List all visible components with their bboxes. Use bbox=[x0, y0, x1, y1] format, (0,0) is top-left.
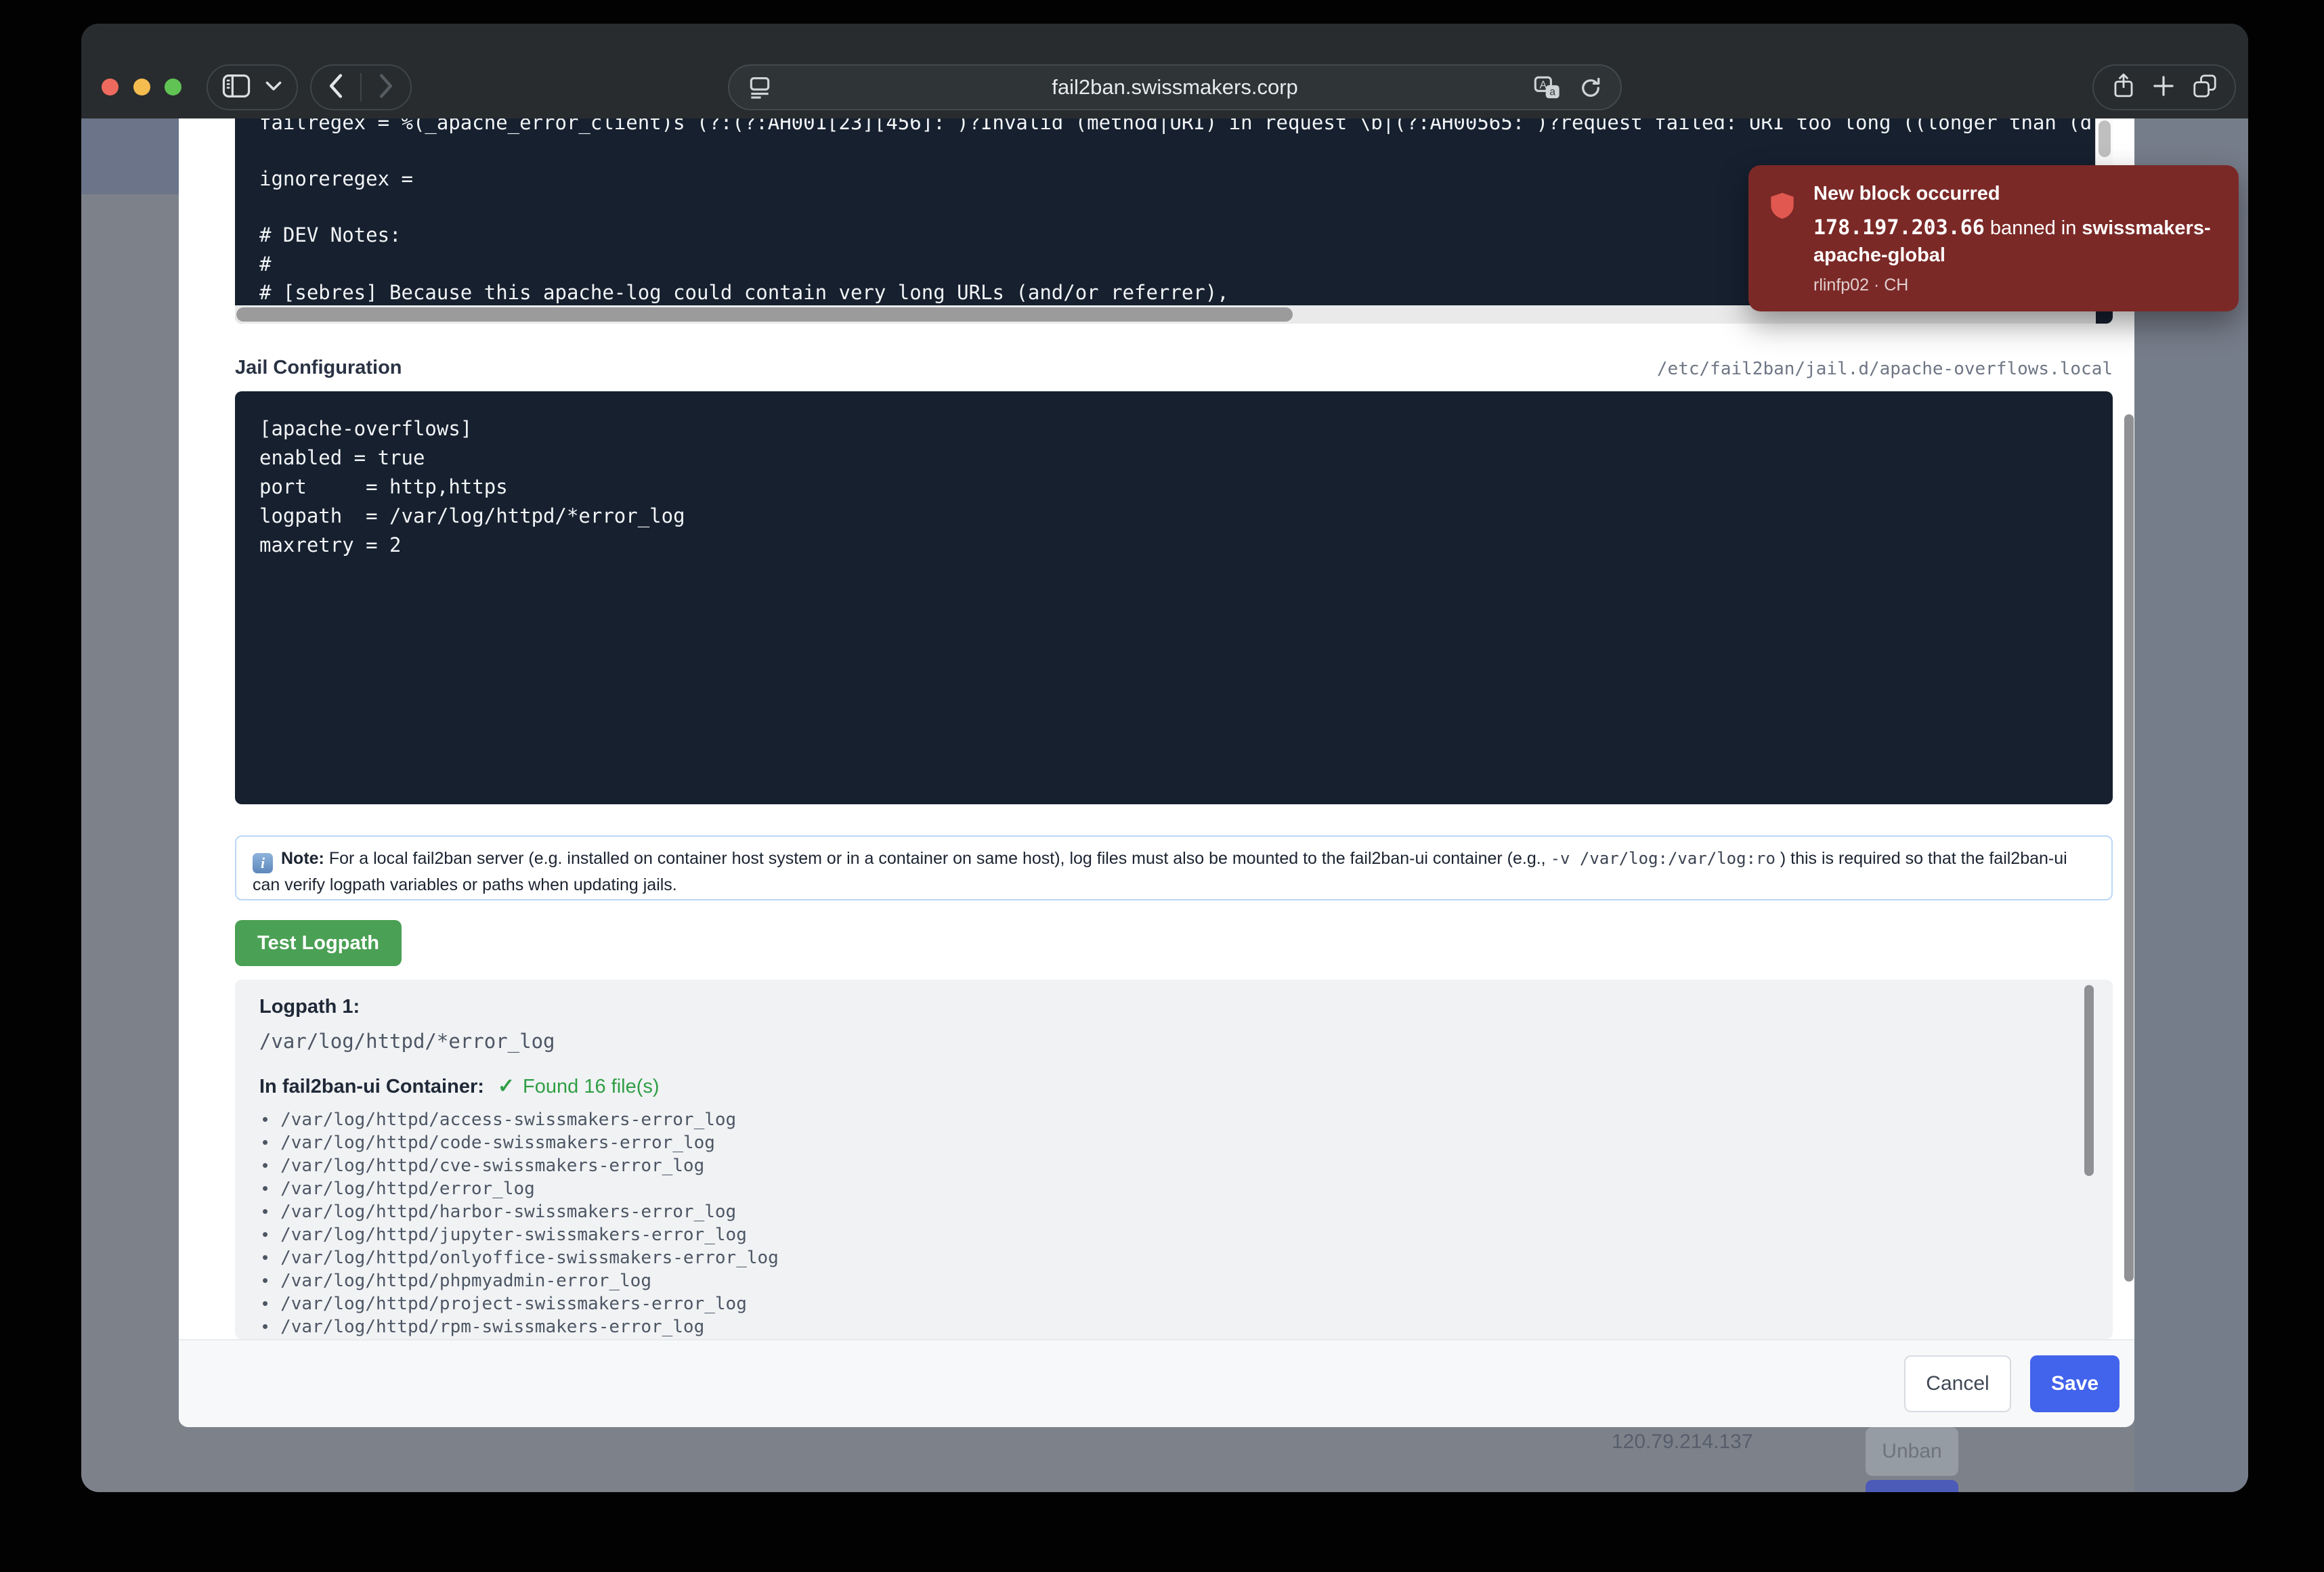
check-icon: ✓ bbox=[498, 1074, 515, 1098]
toolbar-right-group bbox=[2092, 64, 2236, 110]
found-files-list: /var/log/httpd/access-swissmakers-error_… bbox=[262, 1108, 2072, 1339]
list-item: /var/log/httpd/harbor-swissmakers-error_… bbox=[262, 1200, 2072, 1223]
save-button[interactable]: Save bbox=[2030, 1355, 2119, 1412]
list-item: /var/log/httpd/onlyoffice-swissmakers-er… bbox=[262, 1246, 2072, 1269]
list-item: /var/log/httpd/jupyter-swissmakers-error… bbox=[262, 1223, 2072, 1246]
editor-vertical-scrollbar-thumb[interactable] bbox=[2099, 121, 2111, 157]
toast-message: 178.197.203.66 banned in swissmakers-apa… bbox=[1813, 215, 2218, 269]
container-label: In fail2ban-ui Container: bbox=[259, 1076, 484, 1098]
reader-icon[interactable] bbox=[747, 74, 773, 104]
sidebar-icon[interactable] bbox=[222, 74, 251, 102]
list-item: /var/log/httpd/project-swissmakers-error… bbox=[262, 1292, 2072, 1315]
shield-icon bbox=[1769, 191, 1796, 224]
reload-icon[interactable] bbox=[1578, 76, 1603, 104]
jail-config-editor[interactable]: [apache-overflows] enabled = true port =… bbox=[235, 391, 2113, 804]
nav-button-group bbox=[310, 64, 412, 110]
dimmed-page-right bbox=[2134, 118, 2248, 1492]
translate-icon[interactable]: Aa bbox=[1534, 76, 1561, 104]
jail-edit-modal: failregex = %(_apache_error_client)s (?:… bbox=[179, 118, 2134, 1427]
info-icon bbox=[253, 853, 273, 873]
list-item: /var/log/httpd/rpm-swissmakers-error_log bbox=[262, 1315, 2072, 1338]
logpath-value: /var/log/httpd/*error_log bbox=[259, 1030, 555, 1053]
found-files-count: Found 16 file(s) bbox=[523, 1076, 660, 1098]
logpath-test-results: Logpath 1: /var/log/httpd/*error_log In … bbox=[235, 980, 2113, 1339]
cancel-button[interactable]: Cancel bbox=[1904, 1355, 2011, 1412]
list-item: /var/log/httpd/phpmyadmin-error_log bbox=[262, 1269, 2072, 1292]
jail-config-file-path: /etc/fail2ban/jail.d/apache-overflows.lo… bbox=[1657, 359, 2113, 379]
code-line: # [sebres] Because this apache-log could… bbox=[259, 278, 1229, 307]
editor-horizontal-scrollbar-thumb[interactable] bbox=[236, 307, 1293, 322]
window-close-button[interactable] bbox=[102, 79, 119, 95]
code-line: port = http,https bbox=[259, 473, 508, 501]
code-line: maxretry = 2 bbox=[259, 531, 402, 559]
share-icon[interactable] bbox=[2112, 72, 2135, 103]
container-result-row: In fail2ban-ui Container: ✓ Found 16 fil… bbox=[259, 1074, 660, 1098]
code-line: # DEV Notes: bbox=[259, 221, 402, 249]
window-minimize-button[interactable] bbox=[133, 79, 150, 95]
tab-overview-icon[interactable] bbox=[2193, 74, 2217, 102]
logpath-number-label: Logpath 1: bbox=[259, 996, 360, 1018]
ban-notification-toast[interactable]: New block occurred 178.197.203.66 banned… bbox=[1748, 165, 2239, 311]
code-line: failregex = %(_apache_error_client)s (?:… bbox=[259, 118, 2092, 137]
toast-meta: rlinfp02 · CH bbox=[1813, 276, 2218, 295]
modal-scrollbar-thumb[interactable] bbox=[2124, 414, 2134, 1282]
browser-toolbar: fail2ban.swissmakers.corp Aa bbox=[81, 24, 2248, 118]
code-line: enabled = true bbox=[259, 443, 425, 472]
jail-config-title: Jail Configuration bbox=[235, 357, 402, 379]
toast-title: New block occurred bbox=[1813, 183, 2218, 205]
window-zoom-button[interactable] bbox=[165, 79, 181, 95]
code-line: # bbox=[259, 250, 271, 278]
nav-divider bbox=[360, 73, 362, 102]
browser-window: 120.79.214.137 Unban failregex = %(_apac… bbox=[81, 24, 2248, 1492]
test-logpath-button[interactable]: Test Logpath bbox=[235, 920, 402, 966]
toast-body: New block occurred 178.197.203.66 banned… bbox=[1813, 183, 2218, 295]
note-mount-flag-code: -v /var/log:/var/log:ro bbox=[1551, 849, 1776, 868]
url-text[interactable]: fail2ban.swissmakers.corp bbox=[729, 66, 1620, 109]
list-item: /var/log/httpd/error_log bbox=[262, 1177, 2072, 1200]
banned-ip: 178.197.203.66 bbox=[1813, 216, 1985, 240]
dimmed-page-header bbox=[81, 118, 179, 194]
forward-button[interactable] bbox=[378, 73, 394, 102]
sidebar-toggle-group[interactable] bbox=[207, 64, 298, 110]
code-line: [apache-overflows] bbox=[259, 414, 472, 443]
logpath-note: Note: For a local fail2ban server (e.g. … bbox=[235, 835, 2113, 900]
list-item: /var/log/httpd/code-swissmakers-error_lo… bbox=[262, 1131, 2072, 1154]
jail-config-header: Jail Configuration /etc/fail2ban/jail.d/… bbox=[235, 357, 2113, 379]
note-text-before: For a local fail2ban server (e.g. instal… bbox=[324, 849, 1551, 868]
list-item: /var/log/httpd/access-swissmakers-error_… bbox=[262, 1108, 2072, 1131]
svg-text:a: a bbox=[1549, 87, 1555, 98]
background-banned-ip: 120.79.214.137 bbox=[1612, 1431, 1753, 1454]
results-scrollbar-thumb[interactable] bbox=[2084, 985, 2094, 1176]
unban-button-dimmed[interactable]: Unban bbox=[1866, 1427, 1958, 1476]
list-item: /var/log/httpd/cve-swissmakers-error_log bbox=[262, 1154, 2072, 1177]
toast-message-mid: banned in bbox=[1985, 217, 2082, 239]
back-button[interactable] bbox=[328, 73, 344, 102]
modal-footer: Cancel Save bbox=[179, 1339, 2134, 1427]
new-tab-icon[interactable] bbox=[2153, 75, 2174, 100]
code-line: ignoreregex = bbox=[259, 165, 413, 193]
note-label: Note: bbox=[281, 849, 324, 868]
unban-button-dimmed-partial[interactable] bbox=[1866, 1480, 1958, 1492]
chevron-down-icon[interactable] bbox=[265, 81, 282, 95]
address-bar[interactable]: fail2ban.swissmakers.corp Aa bbox=[728, 64, 1622, 110]
code-line: logpath = /var/log/httpd/*error_log bbox=[259, 502, 685, 530]
